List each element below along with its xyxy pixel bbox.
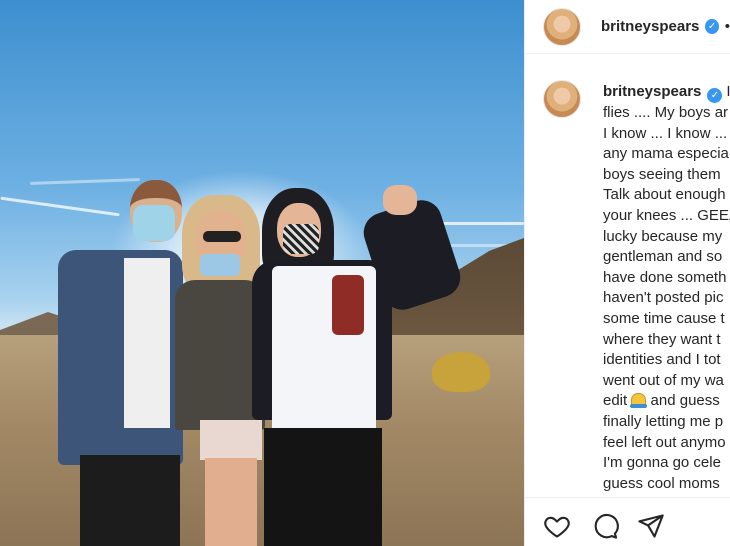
- username-link[interactable]: britneyspears: [601, 18, 699, 35]
- comment-bubble-icon[interactable]: [591, 512, 619, 540]
- verified-badge-icon: ✓: [705, 19, 719, 34]
- caption-line: edit: [603, 392, 628, 410]
- caption-line: have done someth: [603, 268, 727, 286]
- avatar[interactable]: [543, 80, 581, 118]
- caption-line: gentleman and so: [603, 248, 723, 266]
- caption-line: where they want t: [603, 330, 721, 348]
- caption-line: and guess: [650, 392, 720, 410]
- caption-line: any mama especia: [603, 145, 729, 163]
- verified-badge-icon: ✓: [707, 88, 723, 103]
- caption-line: haven't posted pic: [603, 289, 724, 307]
- caption-line: finally letting me p: [603, 412, 724, 430]
- caption-line: guess cool moms: [603, 474, 720, 492]
- caption-line: Talk about enough: [603, 186, 726, 204]
- caption-line: lucky because my: [603, 227, 723, 245]
- caption-line: your knees ... GEEZ: [603, 206, 730, 224]
- yellow-tree: [432, 352, 490, 392]
- contrail: [29, 178, 141, 185]
- contrail: [0, 196, 120, 217]
- emoji-icon: [630, 393, 648, 409]
- caption-line: identities and I tot: [603, 351, 721, 369]
- action-bar: [525, 497, 730, 546]
- avatar[interactable]: [543, 7, 581, 46]
- caption-line: I: [726, 83, 730, 100]
- caption-text: britneyspears ✓I flies .... My boys ar I …: [603, 82, 730, 494]
- contrail: [440, 222, 524, 225]
- paper-plane-icon[interactable]: [637, 512, 665, 540]
- post-header: britneyspears ✓ •: [525, 0, 730, 54]
- caption-line: I know ... I know ...: [603, 124, 728, 142]
- separator-dot: •: [724, 18, 730, 35]
- caption-line: feel left out anymo: [603, 433, 726, 451]
- caption-line: boys seeing them: [603, 165, 721, 183]
- caption-line: went out of my wa: [603, 371, 724, 389]
- caption-line: flies .... My boys ar: [603, 104, 729, 121]
- post-photo[interactable]: [0, 0, 524, 546]
- caption-line: some time cause t: [603, 309, 725, 327]
- post-sidebar: britneyspears ✓ • britneyspears✓I flies …: [524, 0, 730, 546]
- heart-icon[interactable]: [543, 512, 571, 540]
- caption-line: I'm gonna go cele: [603, 454, 721, 472]
- caption-username-link[interactable]: britneyspears: [603, 83, 701, 100]
